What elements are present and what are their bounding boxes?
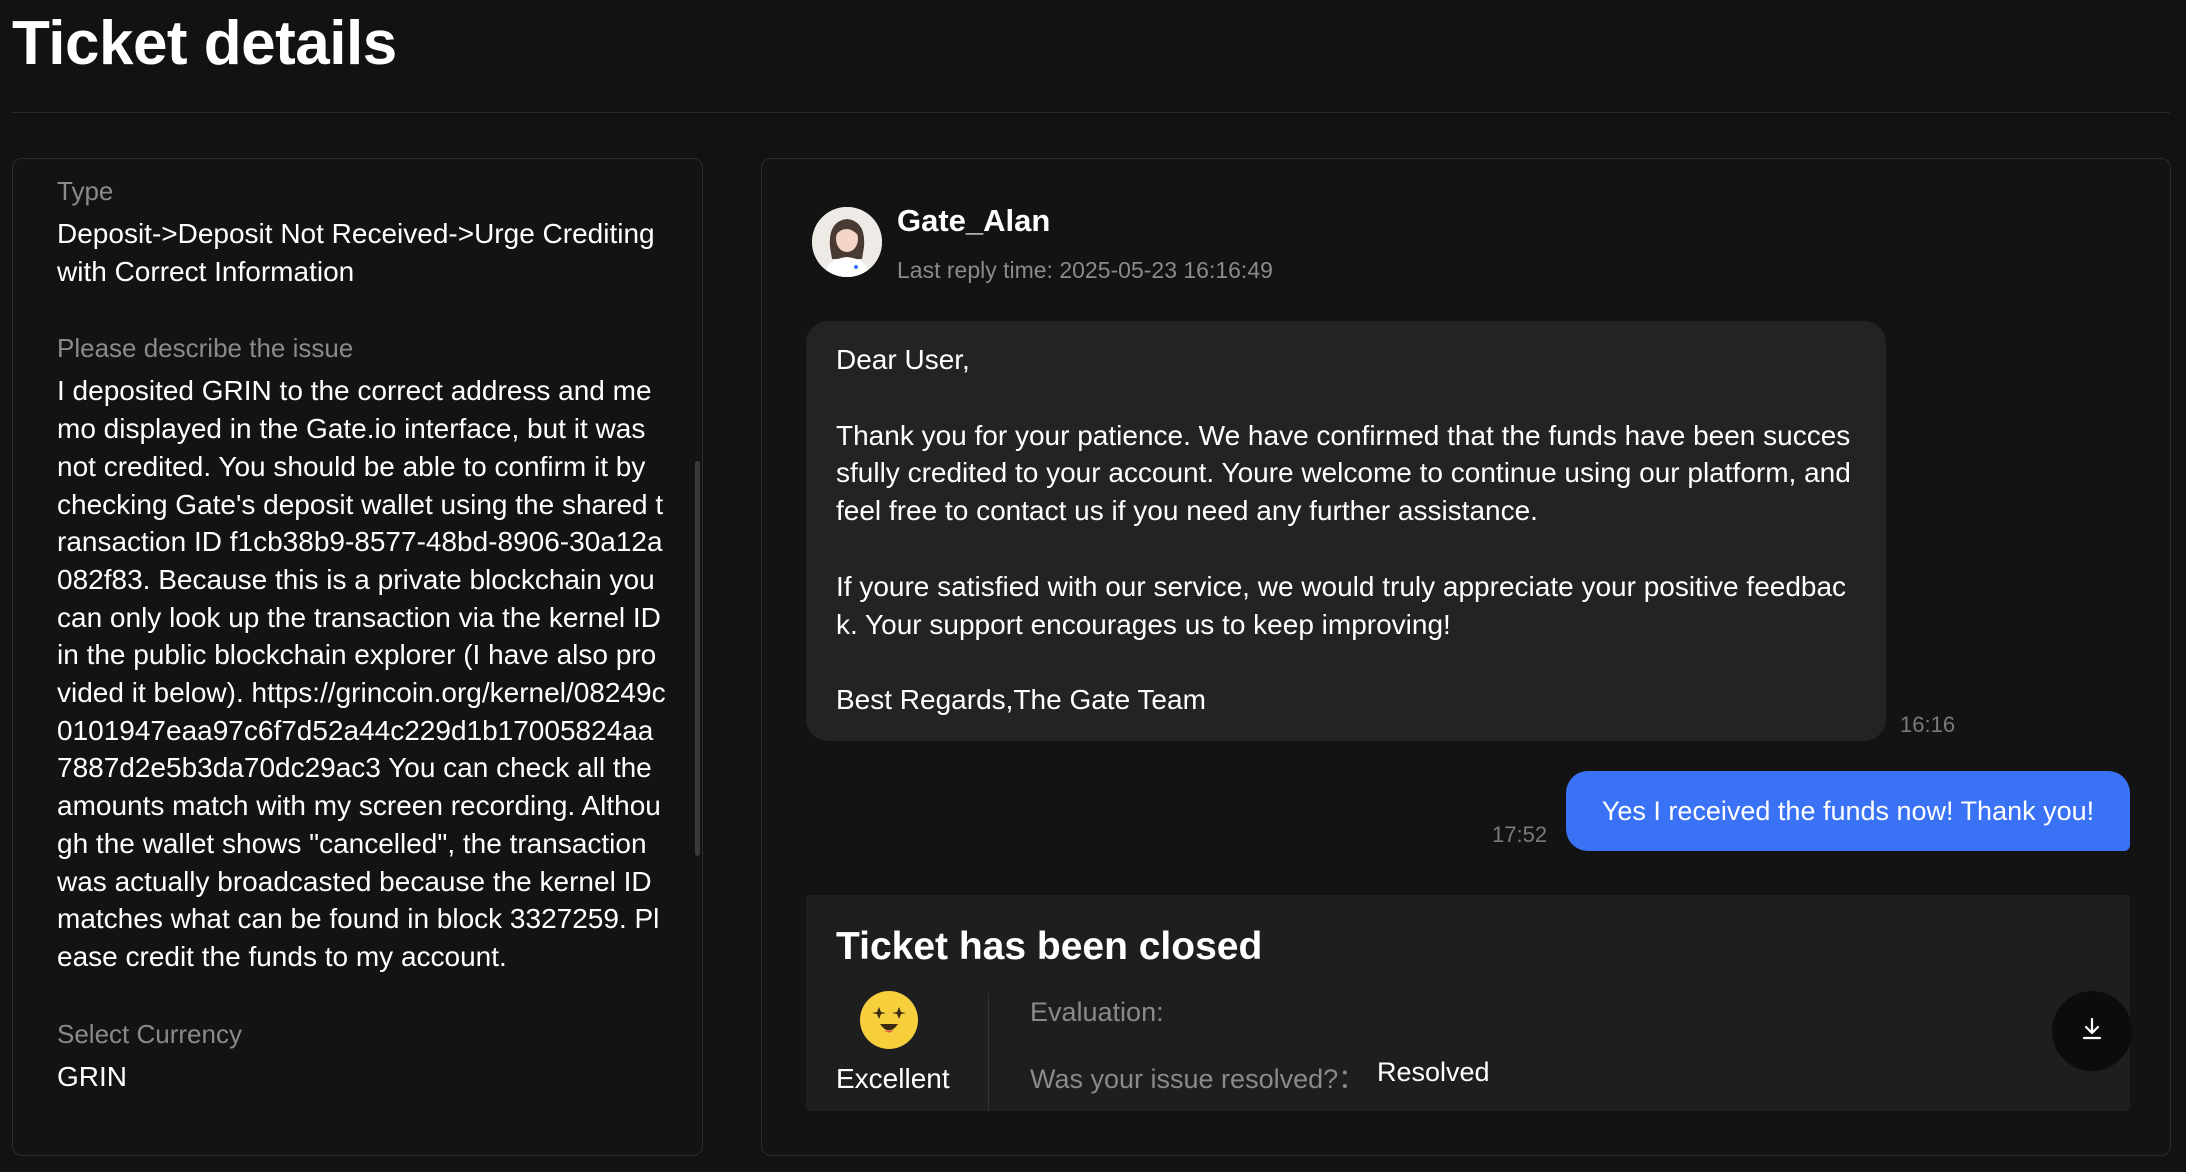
ticket-details-panel: Type Deposit->Deposit Not Received->Urge… xyxy=(12,158,703,1156)
user-message-bubble: Yes I received the funds now! Thank you! xyxy=(1566,771,2130,851)
title-divider xyxy=(12,112,2170,113)
agent-name: Gate_Alan xyxy=(897,203,1051,238)
type-value: Deposit->Deposit Not Received->Urge Cred… xyxy=(57,218,655,287)
agent-avatar xyxy=(812,207,882,277)
currency-field: Select Currency GRIN xyxy=(57,1016,667,1096)
issue-field: Please describe the issue I deposited GR… xyxy=(57,330,667,975)
type-field: Type Deposit->Deposit Not Received->Urge… xyxy=(57,173,667,290)
details-scrollbar[interactable] xyxy=(695,461,700,856)
download-icon xyxy=(2079,1016,2105,1047)
ticket-closed-section: Ticket has been closed Excellent Evaluat… xyxy=(806,895,2130,1111)
issue-value: I deposited GRIN to the correct address … xyxy=(57,375,666,972)
ticket-details-content: Type Deposit->Deposit Not Received->Urge… xyxy=(57,173,667,1095)
resolved-question: Was your issue resolved?： xyxy=(1030,1064,1366,1094)
conversation-panel: Gate_Alan Last reply time: 2025-05-23 16… xyxy=(761,158,2171,1156)
evaluation-label: Evaluation: xyxy=(1030,997,1164,1027)
issue-label: Please describe the issue xyxy=(57,333,354,364)
resolved-answer: Resolved xyxy=(1377,1057,1490,1087)
agent-message-bubble: Dear User, Thank you for your patience. … xyxy=(806,321,1886,741)
rating-divider xyxy=(988,993,989,1111)
ticket-closed-title: Ticket has been closed xyxy=(836,925,1263,968)
download-button[interactable] xyxy=(2052,991,2132,1071)
type-label: Type xyxy=(57,176,114,206)
rating-label: Excellent xyxy=(836,1063,950,1094)
last-reply-time: Last reply time: 2025-05-23 16:16:49 xyxy=(897,257,1273,283)
user-message-time: 17:52 xyxy=(1492,822,1548,847)
page-title: Ticket details xyxy=(12,9,397,78)
star-struck-face-icon xyxy=(860,991,918,1049)
currency-label: Select Currency xyxy=(57,1018,242,1049)
currency-value: GRIN xyxy=(57,1060,127,1092)
agent-message-time: 16:16 xyxy=(1900,712,1956,737)
